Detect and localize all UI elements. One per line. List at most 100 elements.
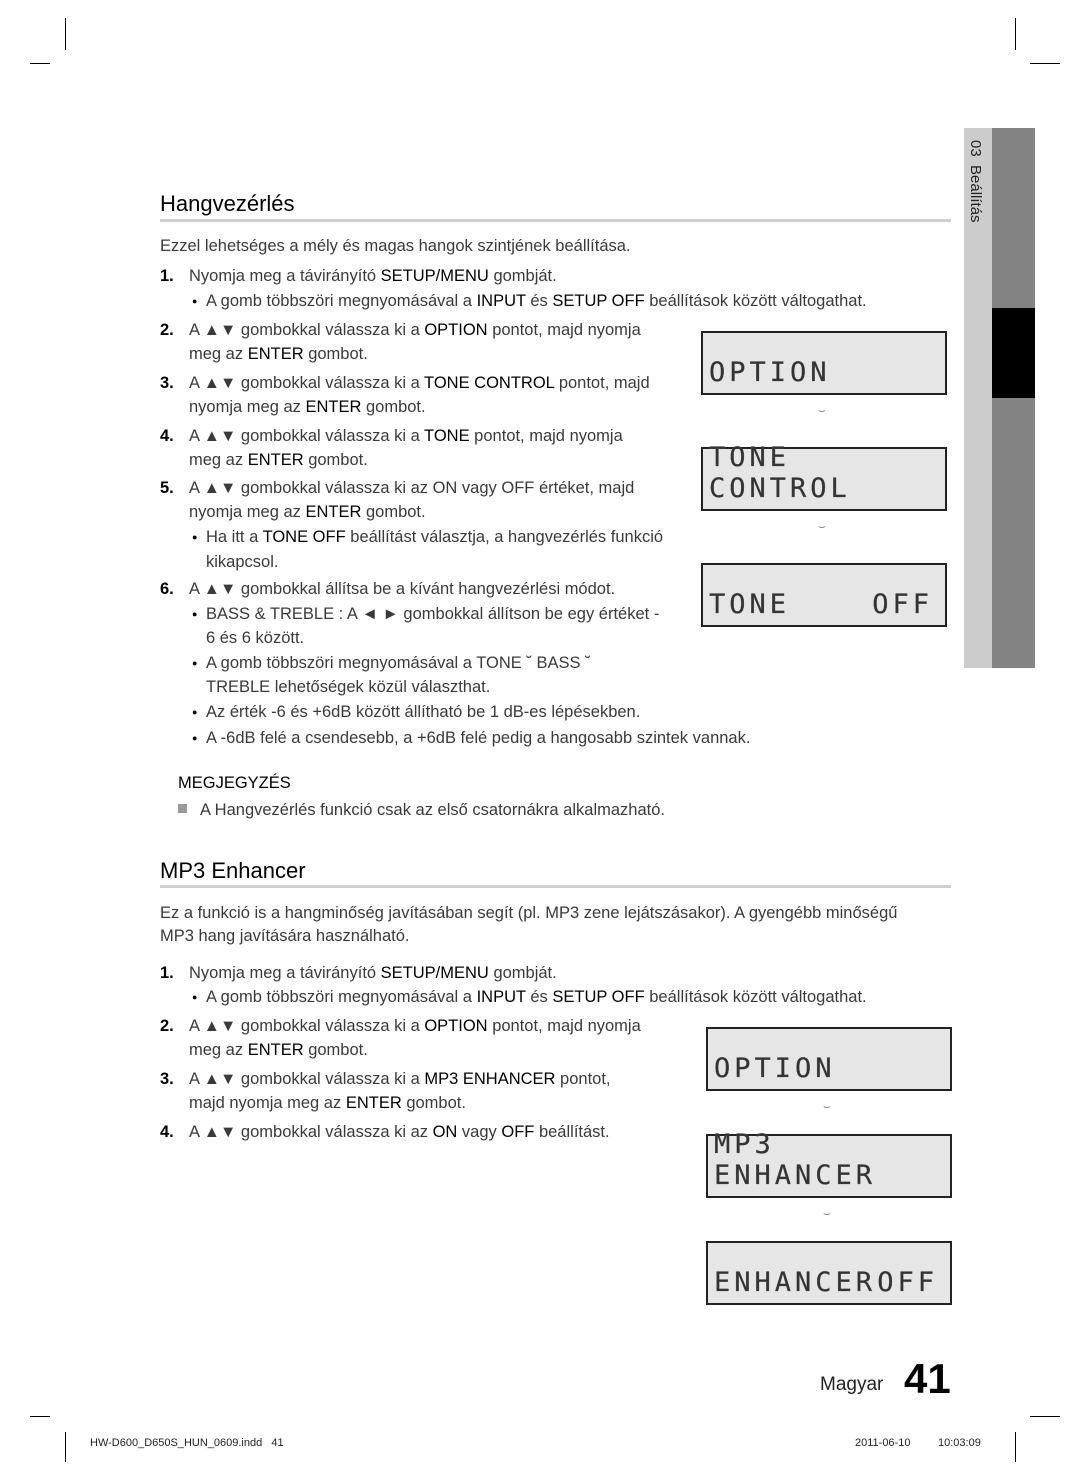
text-line: A ▲▼ gombokkal válassza ki a TONE pontot… xyxy=(189,426,623,446)
section-title: Hangvezérlés xyxy=(160,191,295,216)
section-title: MP3 Enhancer xyxy=(160,858,306,883)
text-line: A gomb többszöri megnyomásával a INPUT é… xyxy=(206,291,867,311)
text-line: A ▲▼ gombokkal válassza ki a TONE CONTRO… xyxy=(189,373,650,393)
step-number: 2. xyxy=(160,1017,174,1035)
step-number: 4. xyxy=(160,1123,174,1141)
text-line: A ▲▼ gombokkal válassza ki az ON vagy OF… xyxy=(189,478,634,498)
bullet: ● xyxy=(192,733,198,743)
note-icon xyxy=(178,804,187,813)
text-segment: meg az xyxy=(189,451,248,469)
text-segment: vagy xyxy=(457,1123,502,1141)
text-segment: majd nyomja meg az xyxy=(189,1094,346,1112)
text-line: majd nyomja meg az ENTER gombot. xyxy=(189,1093,466,1113)
lcd-display: OPTION xyxy=(706,1027,952,1091)
step-number: 3. xyxy=(160,1070,174,1088)
text-line: nyomja meg az ENTER gombot. xyxy=(189,502,426,522)
text-line: A ▲▼ gombokkal válassza ki a OPTION pont… xyxy=(189,320,641,340)
lcd-display: ENHANCER OFF xyxy=(706,1241,952,1305)
crop-mark xyxy=(65,18,66,50)
text-segment: gombot. xyxy=(361,398,426,416)
text-segment: A -6dB felé a csendesebb, a +6dB felé pe… xyxy=(206,729,751,747)
section-rule xyxy=(160,885,951,888)
text-segment: A ▲▼ gombokkal válassza ki a xyxy=(189,427,425,445)
lcd-value: OFF xyxy=(872,589,933,620)
step-number: 1. xyxy=(160,267,174,285)
keyword: ENTER xyxy=(247,345,304,363)
bullet: ● xyxy=(192,609,198,619)
lcd-text: OPTION xyxy=(714,1053,836,1084)
keyword: SETUP OFF xyxy=(552,988,645,1006)
text-line: meg az ENTER gombot. xyxy=(189,344,368,364)
text-line: Nyomja meg a távirányító SETUP/MENU gomb… xyxy=(189,963,557,983)
text-line: A ▲▼ gombokkal állítsa be a kívánt hangv… xyxy=(189,579,615,599)
text-line: Ha itt a TONE OFF beállítást választja, … xyxy=(206,527,663,547)
lcd-display: TONE OFF xyxy=(701,563,947,627)
text-line: Az érték -6 és +6dB között állítható be … xyxy=(206,702,640,722)
text-line: meg az ENTER gombot. xyxy=(189,1040,368,1060)
lcd-display: MP3 ENHANCER xyxy=(706,1129,952,1198)
crop-mark xyxy=(1015,1432,1016,1462)
keyword: TONE CONTROL xyxy=(424,374,555,392)
text-line: A gomb többszöri megnyomásával a INPUT é… xyxy=(206,987,867,1007)
crop-mark xyxy=(30,1416,50,1417)
text-segment: TREBLE lehetőségek közül választhat. xyxy=(206,678,491,696)
text-segment: A ▲▼ gombokkal válassza ki az ON vagy OF… xyxy=(189,479,635,497)
note-title: MEGJEGYZÉS xyxy=(178,774,291,792)
text-segment: MP3 hang javítására használható. xyxy=(160,927,410,945)
lcd-display: TONE CONTROL xyxy=(701,442,947,511)
text-segment: A gomb többszöri megnyomásával a TONE ˘ … xyxy=(206,654,591,672)
text-segment: beállítások között váltogathat. xyxy=(644,988,867,1006)
text-line: nyomja meg az ENTER gombot. xyxy=(189,397,426,417)
text-segment: A ▲▼ gombokkal válassza ki a xyxy=(189,1070,425,1088)
side-tab-dark xyxy=(992,128,1035,668)
crop-mark xyxy=(30,63,50,64)
text-segment: pontot, majd nyomja xyxy=(469,427,623,445)
crop-mark xyxy=(1030,63,1060,64)
text-line: meg az ENTER gombot. xyxy=(189,450,368,470)
text-segment: pontot, xyxy=(555,1070,611,1088)
step-number: 4. xyxy=(160,427,174,445)
text-segment: A gomb többszöri megnyomásával a xyxy=(206,988,477,1006)
text-segment: beállítást. xyxy=(534,1123,610,1141)
text-segment: beállítások között váltogathat. xyxy=(644,292,867,310)
text-line: 6 és 6 között. xyxy=(206,628,304,648)
text-segment: A ▲▼ gombokkal válassza ki a xyxy=(189,321,425,339)
keyword: TONE xyxy=(424,427,470,445)
text-segment: beállítást választja, a hangvezérlés fun… xyxy=(345,528,664,546)
lcd-text: MP3 ENHANCER xyxy=(714,1129,877,1191)
note-text: A Hangvezérlés funkció csak az első csat… xyxy=(200,801,665,819)
crop-mark xyxy=(65,1432,66,1462)
keyword: TONE OFF xyxy=(262,528,346,546)
text-line: MP3 hang javítására használható. xyxy=(160,926,410,946)
text-segment: kikapcsol. xyxy=(206,553,279,571)
text-segment: nyomja meg az xyxy=(189,503,306,521)
text-segment: 6 és 6 között. xyxy=(206,629,305,647)
text-line: A ▲▼ gombokkal válassza ki a OPTION pont… xyxy=(189,1016,641,1036)
arrow-down-icon: ⌣ xyxy=(818,519,826,533)
text-segment: és xyxy=(525,988,553,1006)
text-line: A ▲▼ gombokkal válassza ki a MP3 ENHANCE… xyxy=(189,1069,611,1089)
crop-mark xyxy=(1015,18,1016,50)
text-segment: A ▲▼ gombokkal állítsa be a kívánt hangv… xyxy=(189,580,616,598)
bullet: ● xyxy=(192,707,198,717)
arrow-down-icon: ⌣ xyxy=(823,1206,831,1220)
keyword: INPUT xyxy=(476,292,526,310)
keyword: ENTER xyxy=(247,1041,304,1059)
text-line: Ezzel lehetséges a mély és magas hangok … xyxy=(160,236,631,256)
lcd-display: OPTION xyxy=(701,331,947,395)
text-segment: pontot, majd xyxy=(554,374,650,392)
keyword: ENTER xyxy=(247,451,304,469)
text-segment: gombot. xyxy=(303,345,368,363)
step-number: 1. xyxy=(160,964,174,982)
keyword: ENTER xyxy=(305,503,362,521)
text-segment: Ha itt a xyxy=(206,528,263,546)
text-segment: Nyomja meg a távirányító xyxy=(189,267,381,285)
lcd-text: TONE CONTROL xyxy=(709,442,851,504)
text-segment: gombot. xyxy=(361,503,426,521)
keyword: OPTION xyxy=(424,1017,488,1035)
crop-mark xyxy=(1030,1416,1060,1417)
bullet: ● xyxy=(192,532,198,542)
text-segment: pontot, majd nyomja xyxy=(487,1017,641,1035)
text-line: A -6dB felé a csendesebb, a +6dB felé pe… xyxy=(206,728,750,748)
keyword: SETUP/MENU xyxy=(380,964,489,982)
